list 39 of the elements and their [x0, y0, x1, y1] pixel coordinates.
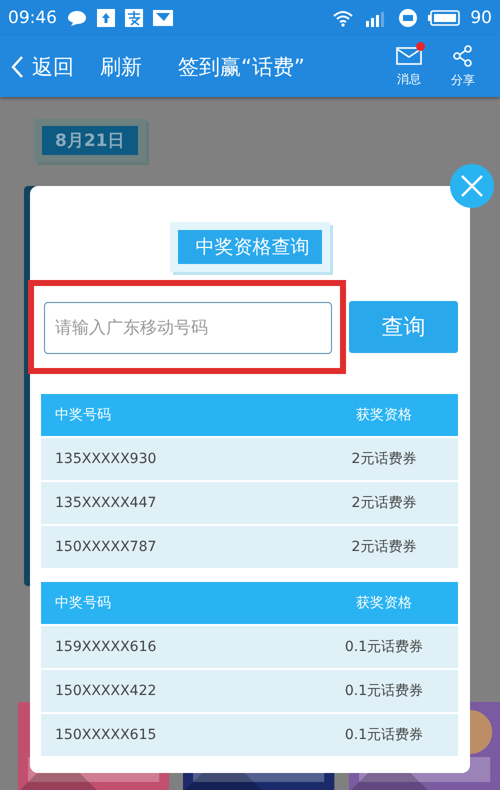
date-tag: 8月21日	[34, 119, 146, 162]
table-cell: 150XXXXX422	[55, 683, 156, 699]
back-button[interactable]: 返回	[10, 52, 74, 80]
table-cell: 150XXXXX615	[55, 727, 156, 743]
table-cell: 159XXXXX616	[55, 639, 156, 655]
upload-icon	[97, 9, 115, 27]
app-icon	[125, 9, 143, 27]
status-time: 09:46	[8, 8, 57, 28]
column-header: 中奖号码	[55, 594, 111, 612]
column-header: 中奖号码	[55, 406, 111, 424]
mail-icon	[396, 46, 422, 66]
table-cell-text: 0.1元话费券	[344, 726, 424, 744]
share-icon	[452, 44, 474, 66]
wifi-icon	[332, 9, 354, 27]
table-cell: 135XXXXX930	[55, 451, 156, 467]
close-icon	[460, 174, 484, 198]
chat-icon	[67, 9, 87, 27]
table-cell-text: 2元话费券	[350, 494, 418, 512]
battery-icon	[428, 9, 460, 27]
dialog-title: 中奖资格查询	[178, 230, 322, 264]
messages-button[interactable]: 消息	[382, 46, 436, 88]
table-cell-text: 0.1元话费券	[344, 638, 424, 656]
page-title: 签到赢“话费”	[178, 54, 305, 80]
table-cell-text: 2元话费券	[350, 450, 418, 468]
share-button[interactable]: 分享	[436, 44, 490, 88]
query-button[interactable]: 查询	[349, 301, 458, 353]
image-icon	[153, 9, 173, 27]
table-cell-text: 2元话费券	[350, 538, 418, 556]
close-button[interactable]	[450, 164, 494, 208]
refresh-button[interactable]: 刷新	[100, 52, 142, 80]
column-header: 获奖资格	[355, 594, 413, 612]
table-cell-text: 0.1元话费券	[344, 682, 424, 700]
table-cell: 150XXXXX787	[55, 539, 156, 555]
battery-level: 90	[470, 8, 492, 28]
phone-input[interactable]: 请输入广东移动号码	[44, 302, 332, 354]
hd-icon	[398, 8, 418, 28]
column-header: 获奖资格	[355, 406, 413, 424]
table-cell: 135XXXXX447	[55, 495, 156, 511]
back-icon	[10, 54, 24, 78]
